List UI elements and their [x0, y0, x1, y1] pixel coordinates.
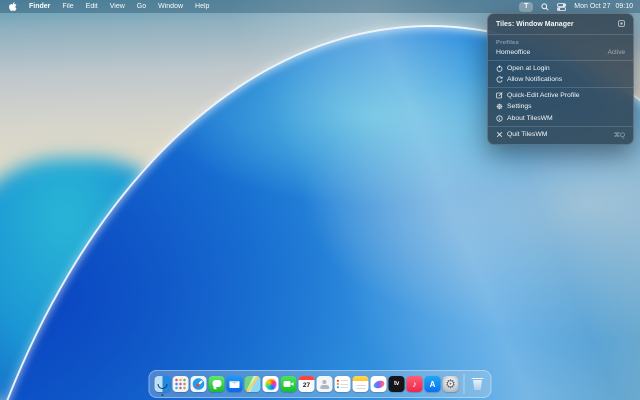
menu-bar: Finder File Edit View Go Window Help T M… — [0, 0, 640, 13]
dock-icon-reminders[interactable] — [334, 376, 351, 392]
dock-icon-tv[interactable]: tv — [388, 376, 405, 392]
separator — [488, 87, 633, 88]
dock-icon-safari[interactable] — [190, 376, 207, 392]
power-icon — [496, 65, 503, 72]
control-center-icon[interactable] — [557, 2, 567, 11]
info-icon — [496, 115, 503, 122]
dock-icon-calendar[interactable]: 27 — [298, 376, 315, 392]
clock-date: Mon Oct 27 — [574, 3, 611, 10]
menu-item-quick-edit-active-profile[interactable]: Quick-Edit Active Profile — [488, 90, 633, 102]
menu-view[interactable]: View — [110, 3, 125, 10]
panel-title: Tiles: Window Manager — [496, 20, 574, 28]
dock-icon-mail[interactable] — [226, 376, 243, 392]
tileswm-window-icon[interactable] — [618, 19, 625, 29]
profiles-section-label: Profiles — [496, 39, 519, 46]
trash-icon — [471, 377, 484, 391]
dock-icon-photos[interactable] — [262, 376, 279, 392]
menu-item-quit-tileswm[interactable]: Quit TilesWM ⌘Q — [488, 128, 633, 141]
menu-item-open-at-login[interactable]: Open at Login — [488, 63, 633, 75]
dock-icon-contacts[interactable] — [316, 376, 333, 392]
quit-shortcut: ⌘Q — [613, 131, 625, 139]
menu-help[interactable]: Help — [195, 3, 209, 10]
dock-icon-finder[interactable] — [154, 376, 171, 396]
menu-item-about-tileswm[interactable]: About TilesWM — [488, 113, 633, 125]
profile-status-badge: Active — [607, 49, 625, 56]
dock: 27 tv ♪ A ⚙ — [148, 370, 492, 398]
dock-icon-launchpad[interactable] — [172, 376, 189, 392]
apple-menu-icon[interactable] — [9, 2, 17, 11]
quit-icon — [496, 131, 503, 138]
dock-icon-notes[interactable] — [352, 376, 369, 392]
dock-icon-music[interactable]: ♪ — [406, 376, 423, 392]
allow-notifications-icon — [496, 76, 503, 83]
tiles-menu-panel: Tiles: Window Manager Profiles Homeoffic… — [487, 12, 634, 145]
dock-separator — [463, 374, 465, 394]
separator — [488, 34, 633, 35]
menu-edit[interactable]: Edit — [86, 3, 98, 10]
separator — [488, 60, 633, 61]
menu-item-allow-notifications[interactable]: Allow Notifications — [488, 74, 633, 86]
dock-icon-settings[interactable]: ⚙ — [442, 376, 459, 392]
dock-icon-trash[interactable] — [470, 376, 486, 392]
edit-icon — [496, 91, 503, 99]
dock-icon-messages[interactable] — [208, 376, 225, 392]
dock-icon-appstore[interactable]: A — [424, 376, 441, 392]
menu-item-profile-homeoffice[interactable]: Homeoffice Active — [488, 47, 633, 59]
running-indicator — [161, 394, 164, 396]
menu-item-settings[interactable]: Settings — [488, 101, 633, 113]
menu-window[interactable]: Window — [158, 3, 183, 10]
active-app-menu[interactable]: Finder — [29, 3, 50, 10]
menu-bar-clock[interactable]: Mon Oct 27 09:10 — [574, 3, 633, 10]
dock-icon-facetime[interactable] — [280, 376, 297, 392]
dock-icon-freeform[interactable] — [370, 376, 387, 392]
tileswm-menubar-button[interactable]: T — [519, 1, 534, 12]
menu-go[interactable]: Go — [137, 3, 146, 10]
spotlight-search-icon[interactable] — [541, 2, 549, 11]
separator — [488, 125, 633, 127]
profile-name: Homeoffice — [496, 49, 531, 56]
gear-icon — [496, 103, 503, 110]
clock-time: 09:10 — [615, 3, 633, 10]
dock-icon-maps[interactable] — [244, 376, 261, 392]
menu-file[interactable]: File — [62, 3, 73, 10]
